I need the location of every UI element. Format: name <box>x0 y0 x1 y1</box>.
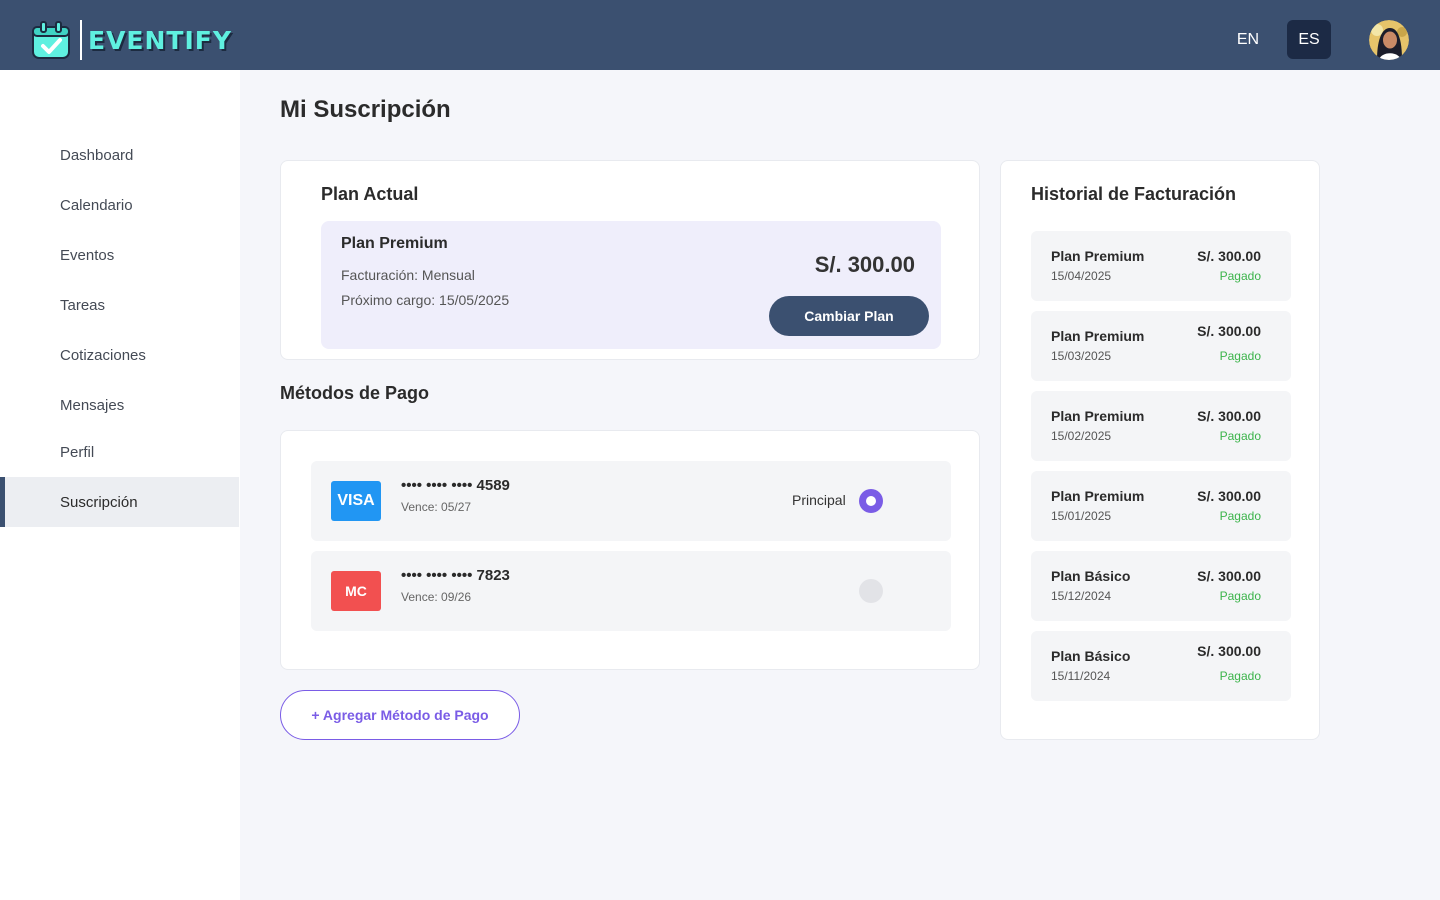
plan-details-box: Plan Premium Facturación: Mensual Próxim… <box>321 221 941 349</box>
history-amount: S/. 300.00 <box>1197 568 1261 584</box>
primary-card-radio[interactable] <box>859 579 883 603</box>
history-date: 15/01/2025 <box>1051 509 1112 523</box>
history-amount: S/. 300.00 <box>1197 248 1261 264</box>
history-plan-name: Plan Premium <box>1051 408 1145 424</box>
logo-divider <box>80 20 82 60</box>
history-status: Pagado <box>1219 269 1261 283</box>
billing-history-item[interactable]: Plan Premium 15/03/2025 S/. 300.00 Pagad… <box>1031 311 1291 381</box>
history-plan-name: Plan Premium <box>1051 328 1145 344</box>
sidebar-item-mensajes[interactable]: Mensajes <box>0 380 239 430</box>
top-bar: EVENTIFY EN ES <box>0 0 1440 70</box>
plan-billing: Facturación: Mensual <box>341 267 475 283</box>
history-amount: S/. 300.00 <box>1197 408 1261 424</box>
history-amount: S/. 300.00 <box>1197 643 1261 659</box>
sidebar-item-perfil[interactable]: Perfil <box>0 427 239 477</box>
plan-next-charge: Próximo cargo: 15/05/2025 <box>341 292 510 308</box>
billing-history-item[interactable]: Plan Premium 15/04/2025 S/. 300.00 Pagad… <box>1031 231 1291 301</box>
sidebar: Dashboard Calendario Eventos Tareas Coti… <box>0 70 240 900</box>
brand-name: EVENTIFY <box>88 25 232 55</box>
payment-method-row[interactable]: MC •••• •••• •••• 7823 Vence: 09/26 <box>311 551 951 631</box>
sidebar-item-eventos[interactable]: Eventos <box>0 230 239 280</box>
add-payment-method-button[interactable]: + Agregar Método de Pago <box>280 690 520 740</box>
language-es-button[interactable]: ES <box>1287 20 1331 59</box>
plan-name: Plan Premium <box>341 235 448 252</box>
user-avatar[interactable] <box>1369 20 1409 60</box>
plan-price: S/. 300.00 <box>814 252 915 277</box>
principal-label: Principal <box>792 492 846 508</box>
payment-methods-card: VISA •••• •••• •••• 4589 Vence: 05/27 Pr… <box>280 430 980 670</box>
change-plan-button[interactable]: Cambiar Plan <box>769 296 929 336</box>
card-expiry: Vence: 09/26 <box>401 590 472 604</box>
sidebar-item-dashboard[interactable]: Dashboard <box>0 130 239 180</box>
history-date: 15/12/2024 <box>1051 589 1112 603</box>
visa-card-icon: VISA <box>331 481 381 521</box>
history-status: Pagado <box>1219 669 1261 683</box>
brand-logo[interactable]: EVENTIFY <box>30 18 232 62</box>
history-date: 15/03/2025 <box>1051 349 1112 363</box>
sidebar-item-calendario[interactable]: Calendario <box>0 180 239 230</box>
billing-history-card: Historial de Facturación Plan Premium 15… <box>1000 160 1320 740</box>
billing-history-item[interactable]: Plan Premium 15/02/2025 S/. 300.00 Pagad… <box>1031 391 1291 461</box>
mastercard-card-icon: MC <box>331 571 381 611</box>
current-plan-title: Plan Actual <box>321 184 419 204</box>
sidebar-item-cotizaciones[interactable]: Cotizaciones <box>0 330 239 380</box>
language-en-button[interactable]: EN <box>1226 20 1270 59</box>
history-plan-name: Plan Básico <box>1051 568 1131 584</box>
history-status: Pagado <box>1219 509 1261 523</box>
history-date: 15/04/2025 <box>1051 269 1112 283</box>
history-plan-name: Plan Premium <box>1051 488 1145 504</box>
history-status: Pagado <box>1219 429 1261 443</box>
history-status: Pagado <box>1219 349 1261 363</box>
billing-history-title: Historial de Facturación <box>1031 184 1237 204</box>
billing-history-item[interactable]: Plan Básico 15/12/2024 S/. 300.00 Pagado <box>1031 551 1291 621</box>
billing-history-item[interactable]: Plan Básico 15/11/2024 S/. 300.00 Pagado <box>1031 631 1291 701</box>
billing-history-item[interactable]: Plan Premium 15/01/2025 S/. 300.00 Pagad… <box>1031 471 1291 541</box>
payment-methods-title: Métodos de Pago <box>280 383 430 403</box>
card-expiry: Vence: 05/27 <box>401 500 472 514</box>
history-status: Pagado <box>1219 589 1261 603</box>
calendar-check-icon <box>30 19 72 61</box>
history-date: 15/02/2025 <box>1051 429 1112 443</box>
sidebar-item-suscripcion[interactable]: Suscripción <box>0 477 239 527</box>
primary-card-radio[interactable] <box>859 489 883 513</box>
sidebar-item-tareas[interactable]: Tareas <box>0 280 239 330</box>
history-plan-name: Plan Premium <box>1051 248 1145 264</box>
payment-method-row[interactable]: VISA •••• •••• •••• 4589 Vence: 05/27 Pr… <box>311 461 951 541</box>
history-date: 15/11/2024 <box>1051 669 1111 683</box>
history-plan-name: Plan Básico <box>1051 648 1131 664</box>
current-plan-card: Plan Actual Plan Premium Facturación: Me… <box>280 160 980 360</box>
page-title: Mi Suscripción <box>280 96 451 123</box>
history-amount: S/. 300.00 <box>1197 488 1261 504</box>
card-number: •••• •••• •••• 7823 <box>401 567 510 584</box>
history-amount: S/. 300.00 <box>1197 323 1261 339</box>
card-number: •••• •••• •••• 4589 <box>401 477 510 494</box>
